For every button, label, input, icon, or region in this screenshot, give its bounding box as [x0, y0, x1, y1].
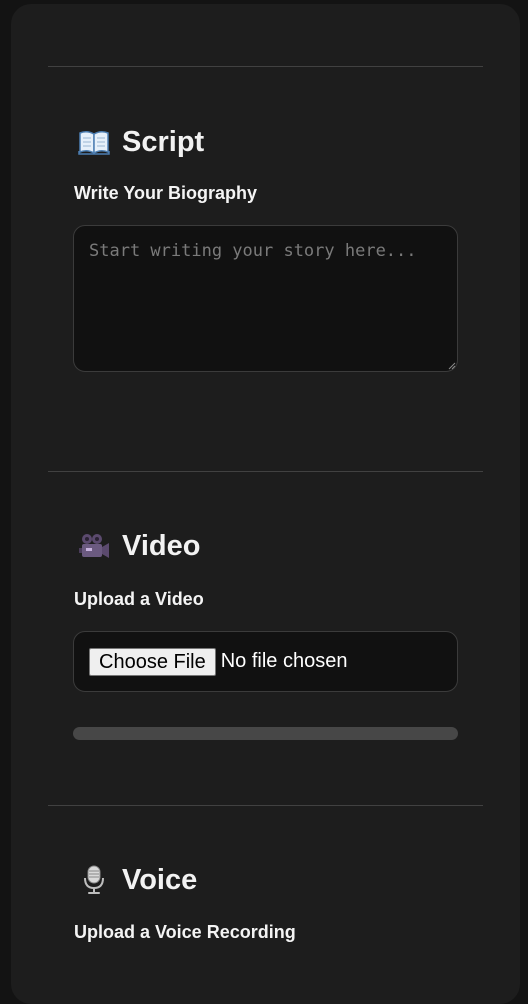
file-status-text: No file chosen [220, 650, 348, 672]
microphone-icon [77, 865, 111, 895]
upload-video-label: Upload a Video [74, 589, 204, 609]
script-section-heading: Script [77, 127, 204, 157]
biography-label: Write Your Biography [74, 183, 258, 203]
upload-voice-label: Upload a Voice Recording [74, 922, 296, 942]
upload-progress-bar [73, 727, 458, 740]
resize-grip-icon[interactable] [448, 362, 456, 370]
open-book-icon [77, 127, 111, 157]
voice-section-heading: Voice [77, 865, 197, 895]
divider-top [48, 66, 483, 67]
divider-script-video [48, 471, 483, 472]
video-section-title: Video [122, 529, 201, 562]
script-section-title: Script [122, 125, 205, 158]
choose-file-button[interactable]: Choose File [89, 647, 216, 676]
video-section-heading: Video [77, 531, 200, 561]
voice-section-title: Voice [122, 863, 198, 896]
movie-camera-icon [77, 531, 111, 561]
biography-textarea[interactable] [73, 225, 458, 372]
divider-video-voice [48, 805, 483, 806]
video-file-input[interactable]: Choose File No file chosen [73, 631, 458, 692]
